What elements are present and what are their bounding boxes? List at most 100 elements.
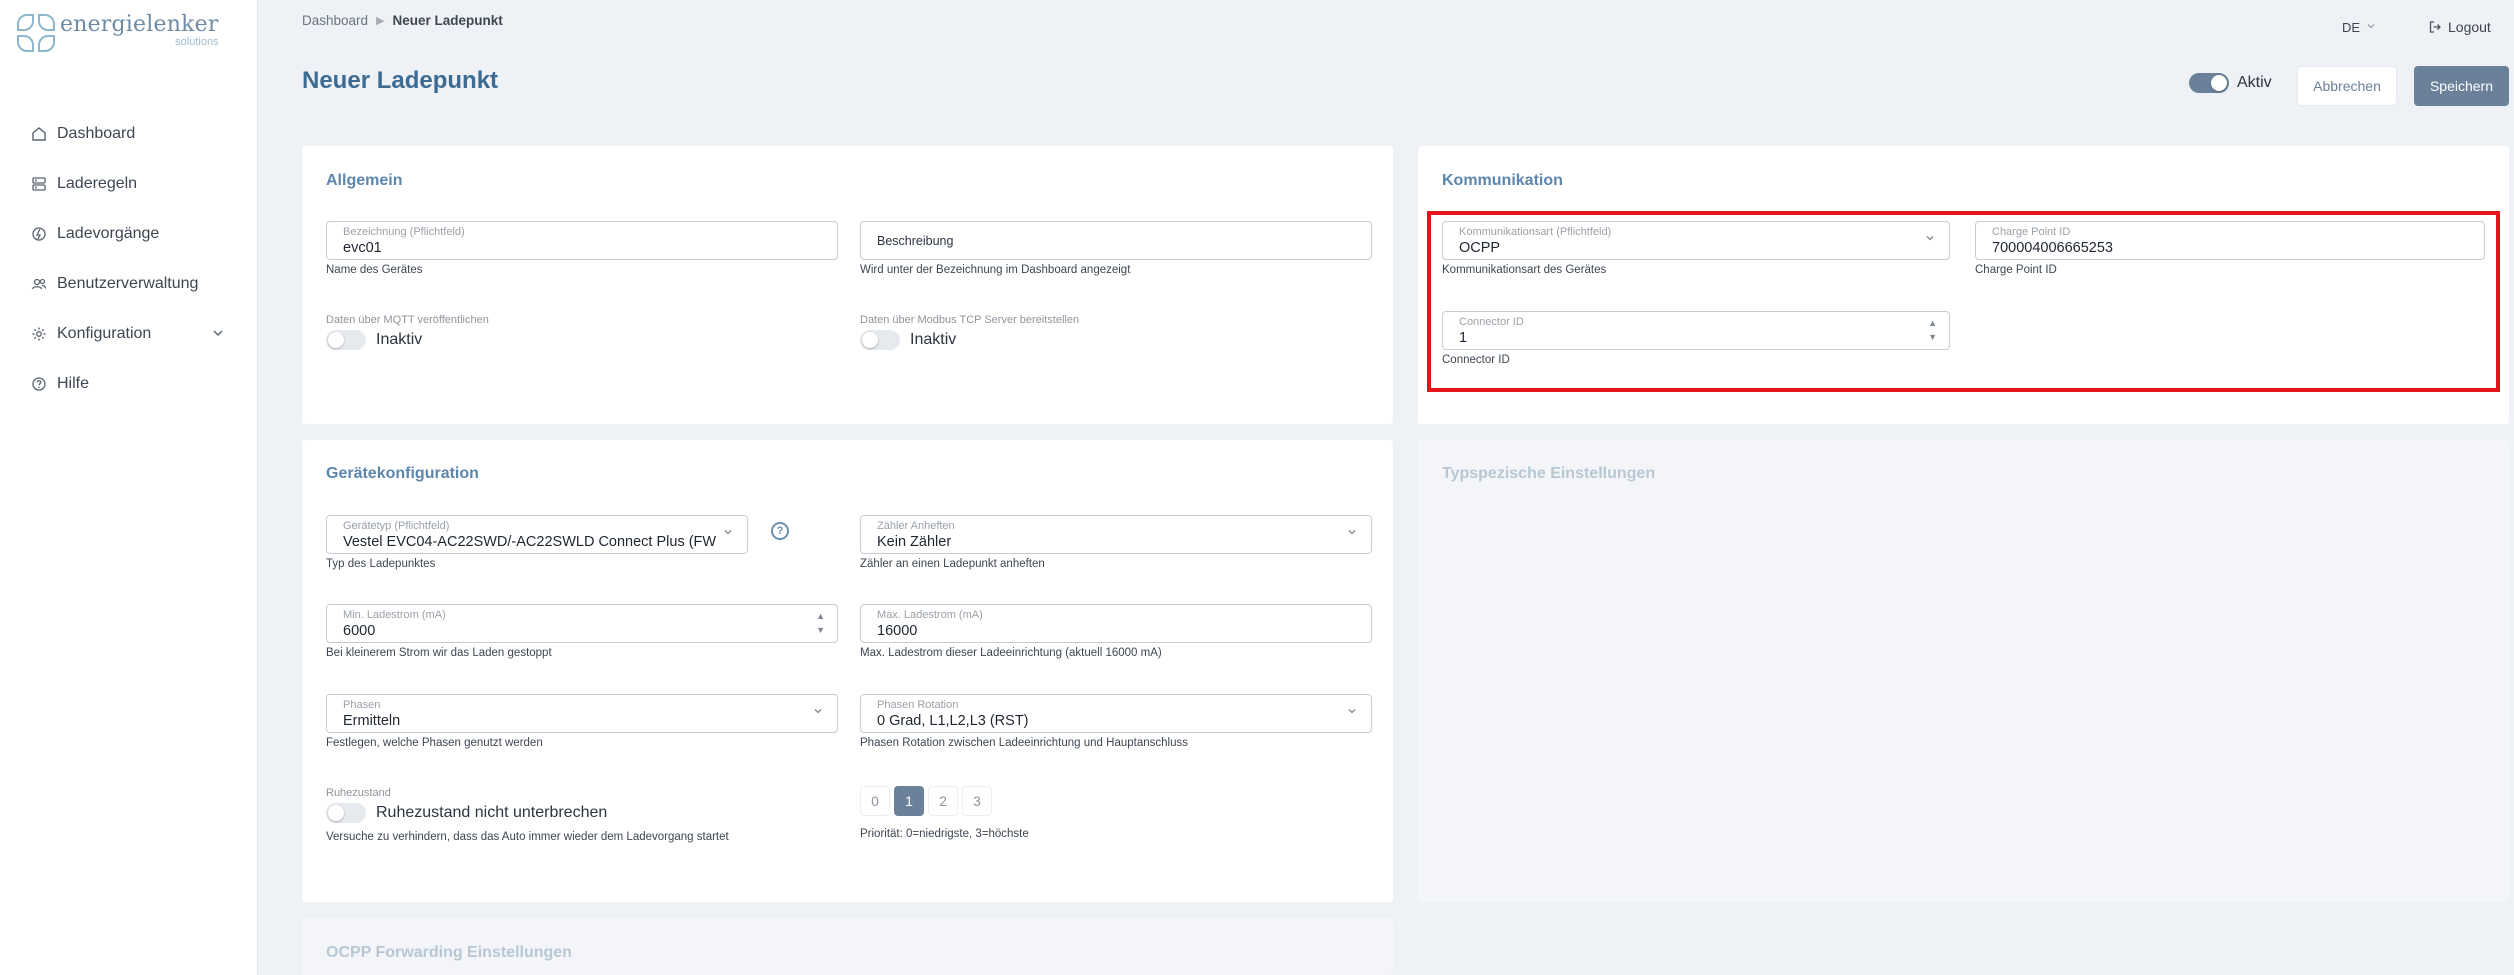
- active-label: Aktiv: [2237, 74, 2272, 91]
- idle-hint: Versuche zu verhindern, dass das Auto im…: [326, 831, 729, 843]
- language-value: DE: [2342, 20, 2361, 35]
- charging-icon: [30, 225, 48, 243]
- ocpp-forwarding-card: OCPP Forwarding Einstellungen: [302, 918, 1393, 975]
- sidebar-nav: Dashboard Laderegeln Ladevorgänge Benutz…: [0, 109, 258, 409]
- idle-label: Ruhezustand: [326, 787, 391, 799]
- active-switch[interactable]: [2189, 73, 2229, 93]
- device-type-value: Vestel EVC04-AC22SWD/-AC22SWLD Connect P…: [343, 534, 717, 550]
- logout-icon: [2429, 21, 2441, 33]
- chevron-down-icon: [1347, 706, 1357, 719]
- chevron-down-icon: [1347, 527, 1357, 540]
- cancel-button[interactable]: Abbrechen: [2297, 66, 2397, 106]
- max-current-label: Max. Ladestrom (mA): [877, 609, 983, 621]
- mqtt-switch[interactable]: [326, 330, 366, 350]
- meter-hint: Zähler an einen Ladepunkt anheften: [860, 558, 1045, 570]
- device-type-hint: Typ des Ladepunktes: [326, 558, 436, 570]
- description-placeholder: Beschreibung: [877, 234, 954, 248]
- device-type-select[interactable]: Gerätetyp (Pflichtfeld) Vestel EVC04-AC2…: [326, 515, 748, 554]
- name-field-label: Bezeichnung (Pflichtfeld): [343, 226, 465, 238]
- home-icon: [30, 125, 48, 143]
- device-type-label: Gerätetyp (Pflichtfeld): [343, 520, 450, 532]
- phase-rotation-select[interactable]: Phasen Rotation 0 Grad, L1,L2,L3 (RST): [860, 694, 1372, 733]
- mqtt-state: Inaktiv: [376, 331, 423, 348]
- sidebar-item-label: Hilfe: [57, 375, 90, 392]
- name-field-value: evc01: [343, 240, 382, 256]
- sidebar-item-konfiguration[interactable]: Konfiguration: [0, 309, 258, 359]
- language-selector[interactable]: DE: [2342, 20, 2376, 35]
- sidebar-item-label: Laderegeln: [57, 175, 138, 192]
- description-hint: Wird unter der Bezeichnung im Dashboard …: [860, 264, 1131, 276]
- breadcrumb-current: Neuer Ladepunkt: [392, 13, 503, 28]
- max-current-hint: Max. Ladestrom dieser Ladeeinrichtung (a…: [860, 647, 1162, 659]
- active-toggle[interactable]: Aktiv: [2189, 73, 2272, 93]
- sidebar-item-label: Dashboard: [57, 125, 136, 142]
- name-field[interactable]: Bezeichnung (Pflichtfeld) evc01: [326, 221, 838, 260]
- device-type-help-icon[interactable]: ?: [771, 522, 789, 540]
- sidebar-item-label: Ladevorgänge: [57, 225, 160, 242]
- stepper-down-icon[interactable]: ▼: [816, 623, 825, 637]
- priority-selector: 0 1 2 3: [860, 786, 996, 816]
- brand-logo[interactable]: energielenker solutions: [17, 14, 219, 52]
- phase-rotation-hint: Phasen Rotation zwischen Ladeeinrichtung…: [860, 737, 1188, 749]
- mqtt-toggle[interactable]: Inaktiv: [326, 330, 422, 350]
- description-field[interactable]: Beschreibung: [860, 221, 1372, 260]
- users-icon: [30, 275, 48, 293]
- number-stepper[interactable]: ▲ ▼: [816, 609, 825, 637]
- phases-label: Phasen: [343, 699, 381, 711]
- sidebar-item-ladevorgaenge[interactable]: Ladevorgänge: [0, 209, 258, 259]
- phase-rotation-value: 0 Grad, L1,L2,L3 (RST): [877, 713, 1029, 729]
- idle-toggle[interactable]: Ruhezustand nicht unterbrechen: [326, 803, 607, 823]
- sidebar-item-benutzerverwaltung[interactable]: Benutzerverwaltung: [0, 259, 258, 309]
- save-button[interactable]: Speichern: [2414, 66, 2509, 106]
- idle-toggle-label: Ruhezustand nicht unterbrechen: [376, 804, 608, 821]
- sidebar-item-dashboard[interactable]: Dashboard: [0, 109, 258, 159]
- sidebar-item-laderegeln[interactable]: Laderegeln: [0, 159, 258, 209]
- priority-option-3[interactable]: 3: [962, 786, 992, 816]
- priority-hint: Priorität: 0=niedrigste, 3=höchste: [860, 828, 1029, 840]
- page-title: Neuer Ladepunkt: [302, 67, 499, 94]
- phase-rotation-label: Phasen Rotation: [877, 699, 959, 711]
- priority-option-0[interactable]: 0: [860, 786, 890, 816]
- min-current-hint: Bei kleinerem Strom wir das Laden gestop…: [326, 647, 552, 659]
- name-hint: Name des Gerätes: [326, 264, 423, 276]
- brand-name: energielenker: [60, 12, 219, 37]
- modbus-toggle[interactable]: Inaktiv: [860, 330, 956, 350]
- phases-select[interactable]: Phasen Ermitteln: [326, 694, 838, 733]
- brand-sub: solutions: [175, 36, 219, 48]
- sidebar-item-label: Benutzerverwaltung: [57, 275, 199, 292]
- chevron-down-icon: [2366, 21, 2376, 34]
- chevron-down-icon: [813, 706, 823, 719]
- highlight-annotation: [1427, 211, 2500, 392]
- device-config-card: Gerätekonfiguration Gerätetyp (Pflichtfe…: [302, 440, 1393, 902]
- modbus-label: Daten über Modbus TCP Server bereitstell…: [860, 314, 1080, 326]
- chevron-down-icon[interactable]: [212, 326, 224, 344]
- breadcrumb-dashboard[interactable]: Dashboard: [302, 13, 368, 28]
- min-current-field[interactable]: Min. Ladestrom (mA) 6000 ▲ ▼: [326, 604, 838, 643]
- priority-option-1[interactable]: 1: [894, 786, 924, 816]
- meter-value: Kein Zähler: [877, 534, 952, 550]
- general-title: Allgemein: [326, 172, 403, 189]
- mqtt-label: Daten über MQTT veröffentlichen: [326, 314, 489, 326]
- sidebar-item-label: Konfiguration: [57, 325, 152, 342]
- communication-title: Kommunikation: [1442, 172, 1563, 189]
- max-current-value: 16000: [877, 623, 918, 639]
- ocpp-forwarding-title: OCPP Forwarding Einstellungen: [326, 944, 572, 961]
- idle-switch[interactable]: [326, 803, 366, 823]
- type-settings-title: Typspezische Einstellungen: [1442, 465, 1656, 482]
- sidebar-item-hilfe[interactable]: Hilfe: [0, 359, 258, 409]
- chevron-down-icon: [723, 527, 733, 540]
- modbus-state: Inaktiv: [910, 331, 957, 348]
- breadcrumb: Dashboard ▶ Neuer Ladepunkt: [302, 13, 503, 28]
- breadcrumb-separator-icon: ▶: [376, 15, 385, 27]
- max-current-field[interactable]: Max. Ladestrom (mA) 16000: [860, 604, 1372, 643]
- modbus-switch[interactable]: [860, 330, 900, 350]
- logout-button[interactable]: Logout: [2428, 19, 2491, 35]
- phases-value: Ermitteln: [343, 713, 401, 729]
- phases-hint: Festlegen, welche Phasen genutzt werden: [326, 737, 543, 749]
- general-card: Allgemein Bezeichnung (Pflichtfeld) evc0…: [302, 146, 1393, 424]
- type-settings-card: Typspezische Einstellungen: [1418, 440, 2509, 902]
- meter-select[interactable]: Zähler Anheften Kein Zähler: [860, 515, 1372, 554]
- priority-option-2[interactable]: 2: [928, 786, 958, 816]
- logo-mark-icon: [17, 14, 55, 52]
- stepper-up-icon[interactable]: ▲: [816, 609, 825, 623]
